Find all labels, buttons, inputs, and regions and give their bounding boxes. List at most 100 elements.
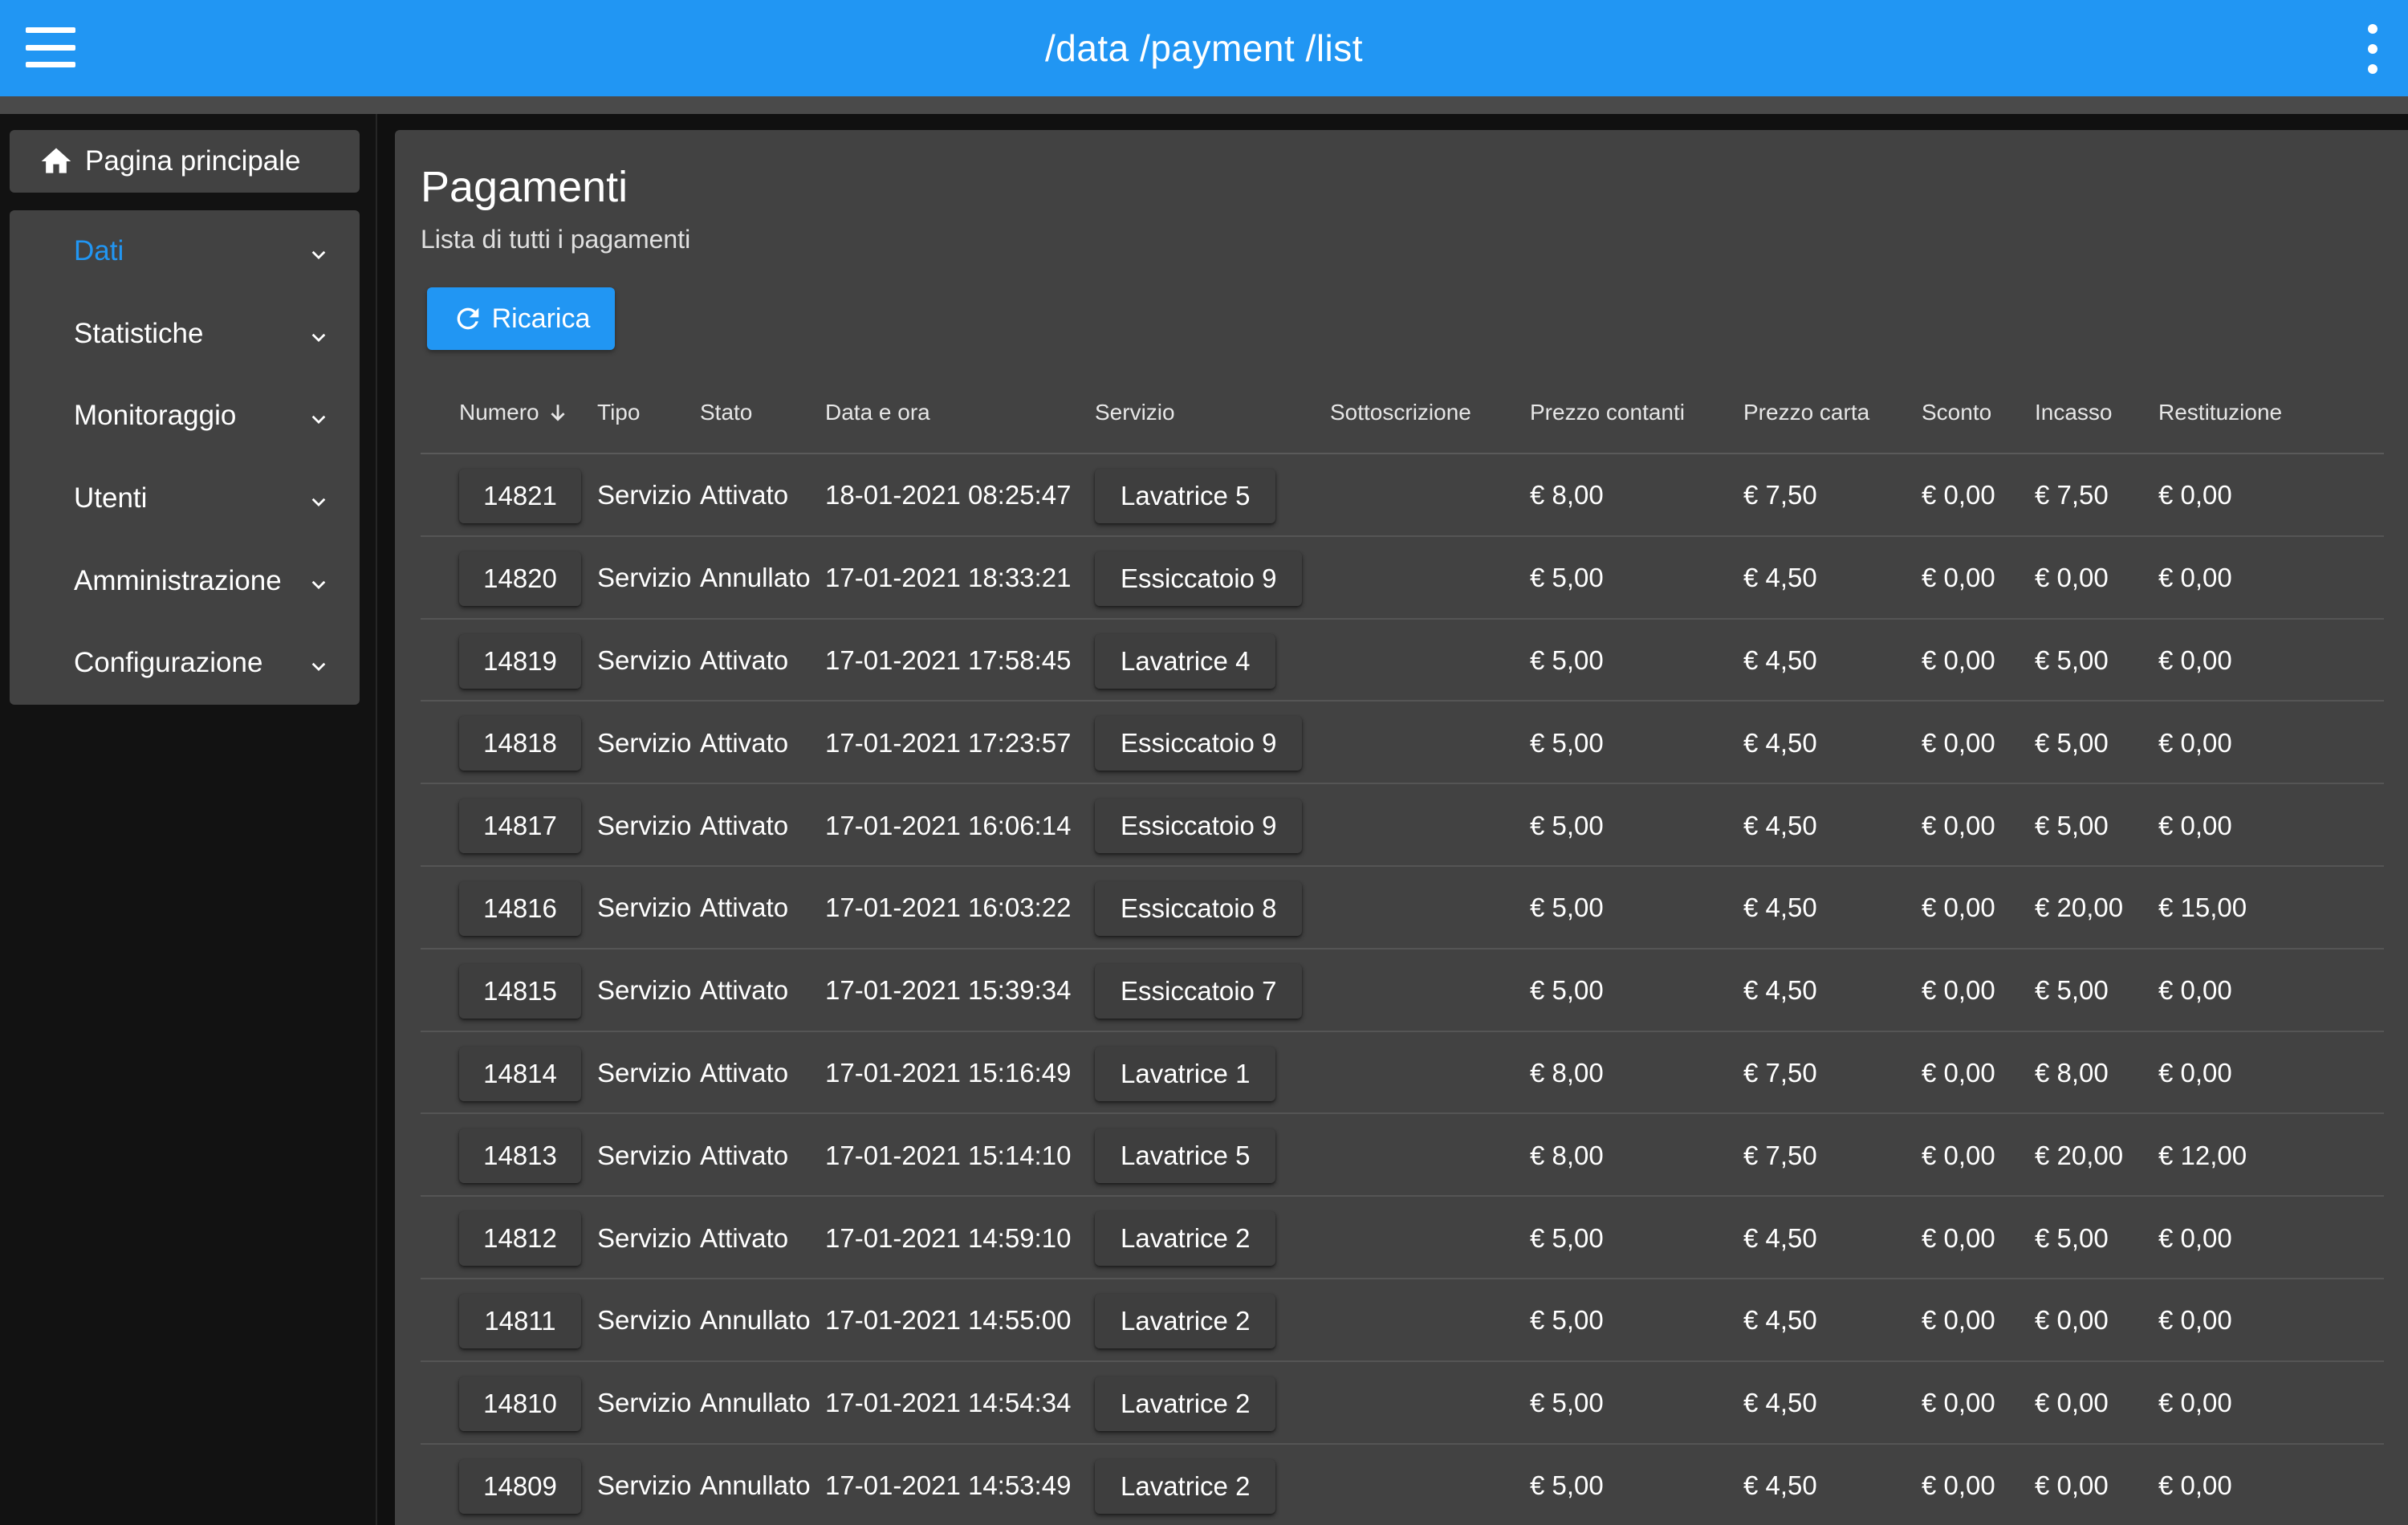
- sidebar-home-button[interactable]: Pagina principale: [10, 130, 360, 193]
- column-header-restituzione[interactable]: Restituzione: [2158, 371, 2282, 454]
- more-vert-icon[interactable]: [2363, 24, 2382, 74]
- home-icon: [41, 148, 71, 173]
- cell-restituzione: € 0,00: [2158, 480, 2232, 510]
- service-chip[interactable]: Lavatrice 2: [1095, 1293, 1276, 1348]
- cell-prezzo-carta: € 4,50: [1743, 1305, 1817, 1336]
- refresh-icon: [457, 307, 478, 330]
- cell-data-ora: 18-01-2021 08:25:47: [825, 480, 1072, 510]
- cell-stato: Annullato: [700, 1388, 811, 1418]
- payment-number-chip[interactable]: 14813: [459, 1128, 581, 1184]
- cell-prezzo-carta: € 7,50: [1743, 1140, 1817, 1170]
- payment-number-chip[interactable]: 14812: [459, 1211, 581, 1267]
- service-chip[interactable]: Lavatrice 1: [1095, 1046, 1276, 1101]
- column-header-sconto[interactable]: Sconto: [1922, 371, 1991, 454]
- column-header-data-ora[interactable]: Data e ora: [825, 371, 930, 454]
- app-bar-divider: [0, 96, 2408, 114]
- cell-sconto: € 0,00: [1922, 563, 1995, 593]
- column-header-numero[interactable]: Numero: [459, 371, 568, 454]
- payment-number-chip[interactable]: 14810: [459, 1376, 581, 1431]
- service-chip[interactable]: Lavatrice 2: [1095, 1458, 1276, 1514]
- table-row[interactable]: 14812 Servizio Attivato 17-01-2021 14:59:10…: [421, 1197, 2384, 1279]
- sidebar-item-statistiche[interactable]: Statistiche: [10, 293, 360, 376]
- sidebar-item-amministrazione[interactable]: Amministrazione: [10, 539, 360, 622]
- cell-data-ora: 17-01-2021 16:03:22: [825, 893, 1072, 923]
- service-chip[interactable]: Lavatrice 2: [1095, 1376, 1276, 1431]
- table-row[interactable]: 14815 Servizio Attivato 17-01-2021 15:39:34…: [421, 950, 2384, 1032]
- column-header-incasso[interactable]: Incasso: [2035, 371, 2113, 454]
- payment-number-chip[interactable]: 14819: [459, 633, 581, 689]
- cell-prezzo-contanti: € 5,00: [1530, 645, 1604, 675]
- sidebar-item-monitoraggio[interactable]: Monitoraggio: [10, 375, 360, 458]
- cell-prezzo-carta: € 4,50: [1743, 1470, 1817, 1500]
- cell-prezzo-carta: € 7,50: [1743, 480, 1817, 510]
- service-chip[interactable]: Lavatrice 5: [1095, 1128, 1276, 1184]
- service-chip[interactable]: Lavatrice 5: [1095, 469, 1276, 523]
- cell-data-ora: 17-01-2021 14:55:00: [825, 1305, 1072, 1336]
- cell-restituzione: € 0,00: [2158, 563, 2232, 593]
- cell-sconto: € 0,00: [1922, 1222, 1995, 1253]
- column-header-label: Data e ora: [825, 400, 930, 425]
- column-header-prezzo-carta[interactable]: Prezzo carta: [1743, 371, 1869, 454]
- payment-number-chip[interactable]: 14809: [459, 1458, 581, 1514]
- cell-tipo: Servizio: [597, 1305, 692, 1336]
- cell-restituzione: € 0,00: [2158, 1057, 2232, 1088]
- payment-number-chip[interactable]: 14818: [459, 716, 581, 771]
- cell-prezzo-contanti: € 5,00: [1530, 1388, 1604, 1418]
- cell-stato: Attivato: [700, 480, 789, 510]
- sidebar-item-label: Configurazione: [74, 647, 263, 679]
- page-subtitle: Lista di tutti i pagamenti: [421, 225, 691, 254]
- table-body: 14821 Servizio Attivato 18-01-2021 08:25:47…: [421, 454, 2384, 1525]
- column-header-label: Sottoscrizione: [1330, 400, 1471, 425]
- sidebar-item-configurazione[interactable]: Configurazione: [10, 622, 360, 705]
- table-row[interactable]: 14809 Servizio Annullato 17-01-2021 14:53:4…: [421, 1445, 2384, 1525]
- column-header-prezzo-contanti[interactable]: Prezzo contanti: [1530, 371, 1685, 454]
- service-chip[interactable]: Essiccatoio 9: [1095, 799, 1303, 854]
- cell-stato: Attivato: [700, 645, 789, 675]
- table-row[interactable]: 14810 Servizio Annullato 17-01-2021 14:54:3…: [421, 1362, 2384, 1445]
- payment-number-chip[interactable]: 14817: [459, 799, 581, 854]
- table-row[interactable]: 14821 Servizio Attivato 18-01-2021 08:25:47…: [421, 454, 2384, 537]
- service-chip[interactable]: Essiccatoio 7: [1095, 963, 1303, 1019]
- cell-sconto: € 0,00: [1922, 727, 1995, 758]
- column-header-stato[interactable]: Stato: [700, 371, 752, 454]
- payment-number-chip[interactable]: 14821: [459, 469, 581, 523]
- payment-number-chip[interactable]: 14811: [459, 1293, 581, 1348]
- table-row[interactable]: 14814 Servizio Attivato 17-01-2021 15:16:49…: [421, 1032, 2384, 1115]
- table-row[interactable]: 14818 Servizio Attivato 17-01-2021 17:23:57…: [421, 702, 2384, 785]
- table-row[interactable]: 14811 Servizio Annullato 17-01-2021 14:55:0…: [421, 1279, 2384, 1362]
- cell-stato: Attivato: [700, 1222, 789, 1253]
- table-row[interactable]: 14819 Servizio Attivato 17-01-2021 17:58:45…: [421, 620, 2384, 702]
- cell-data-ora: 17-01-2021 17:23:57: [825, 727, 1072, 758]
- service-chip[interactable]: Essiccatoio 9: [1095, 551, 1303, 606]
- column-header-servizio[interactable]: Servizio: [1095, 371, 1175, 454]
- payment-number-chip[interactable]: 14816: [459, 880, 581, 936]
- cell-prezzo-contanti: € 5,00: [1530, 810, 1604, 840]
- cell-tipo: Servizio: [597, 810, 692, 840]
- service-chip[interactable]: Lavatrice 4: [1095, 633, 1276, 689]
- cell-incasso: € 8,00: [2035, 1057, 2109, 1088]
- cell-tipo: Servizio: [597, 727, 692, 758]
- table-row[interactable]: 14820 Servizio Annullato 17-01-2021 18:33:2…: [421, 537, 2384, 620]
- service-chip[interactable]: Lavatrice 2: [1095, 1211, 1276, 1267]
- sidebar: Pagina principale Dati Statistiche Monit…: [0, 114, 377, 1525]
- cell-stato: Attivato: [700, 1140, 789, 1170]
- payment-number-chip[interactable]: 14820: [459, 551, 581, 606]
- reload-button[interactable]: Ricarica: [427, 287, 615, 350]
- table-row[interactable]: 14817 Servizio Attivato 17-01-2021 16:06:14…: [421, 784, 2384, 867]
- service-chip[interactable]: Essiccatoio 9: [1095, 716, 1303, 771]
- sidebar-item-label: Utenti: [74, 482, 148, 514]
- sidebar-item-dati[interactable]: Dati: [10, 210, 360, 293]
- sidebar-item-utenti[interactable]: Utenti: [10, 458, 360, 540]
- payment-number-chip[interactable]: 14814: [459, 1046, 581, 1101]
- payment-number-chip[interactable]: 14815: [459, 963, 581, 1019]
- column-header-sottoscrizione[interactable]: Sottoscrizione: [1330, 371, 1471, 454]
- column-header-tipo[interactable]: Tipo: [597, 371, 640, 454]
- cell-incasso: € 20,00: [2035, 893, 2124, 923]
- table-row[interactable]: 14813 Servizio Attivato 17-01-2021 15:14:10…: [421, 1114, 2384, 1198]
- service-chip[interactable]: Essiccatoio 8: [1095, 880, 1303, 936]
- cell-restituzione: € 0,00: [2158, 1305, 2232, 1336]
- column-header-label: Numero: [459, 400, 539, 425]
- table-row[interactable]: 14816 Servizio Attivato 17-01-2021 16:03:22…: [421, 867, 2384, 950]
- menu-icon[interactable]: [26, 27, 75, 67]
- chevron-down-icon: [311, 251, 326, 260]
